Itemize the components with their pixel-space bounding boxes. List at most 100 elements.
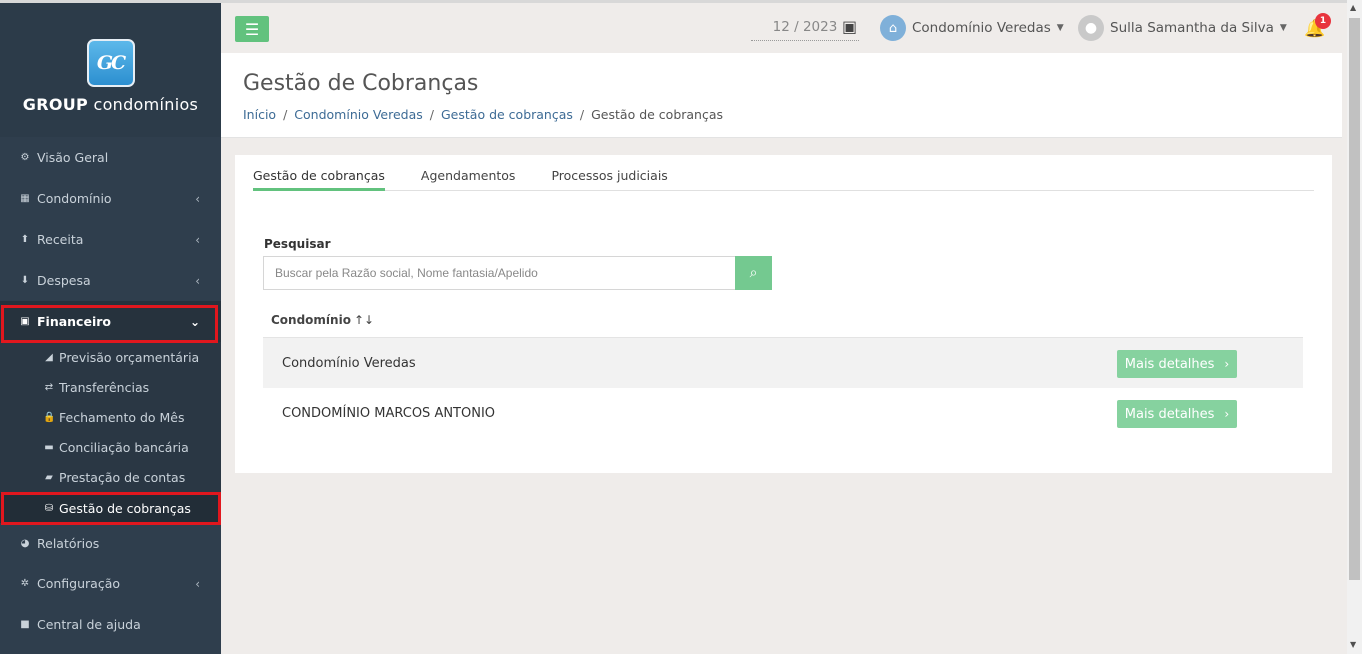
sidebar-item-condominio[interactable]: ▦ Condomínio ‹ [0, 178, 221, 219]
sort-icon: ↑↓ [353, 313, 375, 327]
chevron-left-icon: ‹ [195, 273, 200, 288]
subitem-gestao-de-cobrancas[interactable]: ⛁ Gestão de cobranças [0, 492, 221, 524]
arrow-up-circle-icon: ⬆ [20, 234, 30, 245]
search-icon: ⌕ [749, 265, 758, 281]
column-header-condominio[interactable]: Condomínio ↑↓ [271, 313, 374, 327]
chevron-right-icon: › [1224, 407, 1230, 421]
subitem-fechamento-do-mes[interactable]: 🔒 Fechamento do Mês [0, 402, 221, 432]
breadcrumb-inicio[interactable]: Início [243, 107, 276, 122]
sidebar-item-label: Configuração [37, 576, 121, 592]
coins-icon: ⛁ [44, 502, 54, 514]
building-icon: ▦ [20, 193, 30, 204]
sidebar-item-label: Financeiro [37, 314, 111, 329]
cog-icon: ✲ [20, 578, 30, 590]
sidebar-item-financeiro[interactable]: ▣ Financeiro ⌄ [0, 301, 221, 342]
more-details-button[interactable]: Mais detalhes › [1117, 350, 1237, 378]
page-header: Gestão de Cobranças Início / Condomínio … [221, 53, 1342, 138]
subitem-label: Prestação de contas [59, 470, 186, 486]
lock-icon: 🔒 [43, 411, 56, 423]
tab-agendamentos[interactable]: Agendamentos [421, 155, 516, 191]
search-label: Pesquisar [264, 237, 331, 251]
sidebar-item-label: Visão Geral [37, 150, 109, 165]
area-chart-icon: ◢ [45, 351, 53, 363]
row-condo-name: Condomínio Veredas [282, 355, 416, 371]
search-input[interactable] [263, 256, 736, 290]
subitem-prestacao-de-contas[interactable]: ▰ Prestação de contas [0, 463, 221, 493]
user-menu[interactable]: ● Sulla Samantha da Silva ▼ [1078, 15, 1287, 41]
sidebar-item-central-de-ajuda[interactable]: ■ Central de ajuda [0, 604, 221, 645]
menu-toggle-button[interactable]: ☰ [235, 16, 269, 42]
credit-card-icon: ▬ [44, 442, 54, 454]
notification-badge: 1 [1315, 13, 1331, 29]
sidebar-item-label: Condomínio [37, 191, 112, 206]
subitem-previsao-orcamentaria[interactable]: ◢ Previsão orçamentária [0, 342, 221, 372]
condo-selector-label: Condomínio Veredas [912, 20, 1051, 36]
breadcrumb-condominio[interactable]: Condomínio Veredas [294, 107, 422, 122]
chevron-left-icon: ‹ [195, 191, 200, 206]
row-condo-name: CONDOMÍNIO MARCOS ANTONIO [282, 406, 496, 421]
search-button[interactable]: ⌕ [735, 256, 772, 290]
breadcrumb-current: Gestão de cobranças [591, 107, 724, 122]
sidebar-item-relatorios[interactable]: ◕ Relatórios [0, 523, 221, 563]
caret-down-icon: ▼ [1279, 23, 1287, 33]
sidebar-item-receita[interactable]: ⬆ Receita ‹ [0, 219, 221, 260]
sidebar-item-configuracao[interactable]: ✲ Configuração ‹ [0, 563, 221, 604]
user-name: Sulla Samantha da Silva [1110, 20, 1274, 36]
sidebar-item-visao-geral[interactable]: ⚙ Visão Geral [0, 137, 221, 178]
chevron-left-icon: ‹ [195, 576, 200, 591]
dashboard-icon: ⚙ [20, 152, 30, 163]
breadcrumb-separator: / [429, 107, 434, 122]
breadcrumb-separator: / [579, 107, 585, 122]
sidebar-item-label: Despesa [37, 273, 91, 288]
table-row: Condomínio Veredas Mais detalhes › [263, 337, 1303, 388]
home-icon: ⌂ [880, 15, 906, 41]
scrollbar-thumb[interactable] [1349, 18, 1360, 580]
subitem-label: Fechamento do Mês [59, 409, 185, 425]
tab-gestao-de-cobrancas[interactable]: Gestão de cobranças [253, 155, 385, 191]
topbar: ☰ 12 / 2023 ▣ ⌂ Condomínio Veredas ▼ ● S… [221, 0, 1347, 53]
brand-logo[interactable]: GC GROUP condomínios [0, 3, 221, 137]
subitem-label: Conciliação bancária [59, 440, 189, 456]
sidebar-item-label: Central de ajuda [37, 617, 141, 633]
subitem-label: Transferências [59, 379, 150, 395]
table-row: CONDOMÍNIO MARCOS ANTONIO Mais detalhes … [263, 388, 1303, 439]
pie-chart-icon: ◕ [20, 537, 30, 549]
book-icon: ■ [20, 619, 30, 631]
sidebar-menu: ⚙ Visão Geral ▦ Condomínio ‹ ⬆ Receita ‹… [0, 137, 221, 645]
content-card: Gestão de cobranças Agendamentos Process… [235, 155, 1332, 473]
sidebar-item-label: Receita [37, 232, 84, 247]
vertical-scrollbar[interactable]: ▲ ▼ [1347, 0, 1362, 654]
condo-selector[interactable]: ⌂ Condomínio Veredas ▼ [880, 15, 1064, 41]
subitem-conciliacao-bancaria[interactable]: ▬ Conciliação bancária [0, 433, 221, 463]
calendar-icon[interactable]: ▣ [842, 17, 860, 37]
tab-bar: Gestão de cobranças Agendamentos Process… [253, 155, 1314, 191]
tab-processos-judiciais[interactable]: Processos judiciais [551, 155, 667, 191]
scroll-up-icon[interactable]: ▲ [1350, 3, 1356, 12]
more-details-label: Mais detalhes [1124, 356, 1215, 372]
sidebar-item-despesa[interactable]: ⬇ Despesa ‹ [0, 260, 221, 301]
folder-open-icon: ▰ [45, 472, 53, 484]
page-title: Gestão de Cobranças [243, 71, 479, 96]
more-details-button[interactable]: Mais detalhes › [1117, 400, 1237, 428]
chevron-right-icon: › [1224, 357, 1230, 371]
avatar: ● [1078, 15, 1104, 41]
logo-icon: GC [86, 39, 135, 87]
chevron-down-icon: ⌄ [189, 314, 200, 329]
hamburger-icon: ☰ [244, 19, 260, 39]
column-header-label: Condomínio [271, 313, 351, 327]
caret-down-icon: ▼ [1056, 23, 1064, 33]
exchange-icon: ⇄ [44, 381, 54, 393]
arrow-down-circle-icon: ⬇ [20, 275, 30, 286]
subitem-label: Previsão orçamentária [59, 349, 200, 365]
subitem-transferencias[interactable]: ⇄ Transferências [0, 372, 221, 402]
calculator-icon: ▣ [20, 316, 30, 327]
scroll-down-icon[interactable]: ▼ [1350, 640, 1356, 649]
more-details-label: Mais detalhes [1124, 406, 1215, 422]
sidebar-item-label: Relatórios [37, 535, 100, 551]
sidebar: GC GROUP condomínios ⚙ Visão Geral ▦ Con… [0, 0, 221, 654]
breadcrumb-separator: / [283, 107, 288, 122]
breadcrumb: Início / Condomínio Veredas / Gestão de … [243, 107, 723, 122]
brand-name: GROUP condomínios [22, 95, 199, 114]
breadcrumb-gestao[interactable]: Gestão de cobranças [441, 107, 573, 122]
chevron-left-icon: ‹ [195, 232, 200, 247]
